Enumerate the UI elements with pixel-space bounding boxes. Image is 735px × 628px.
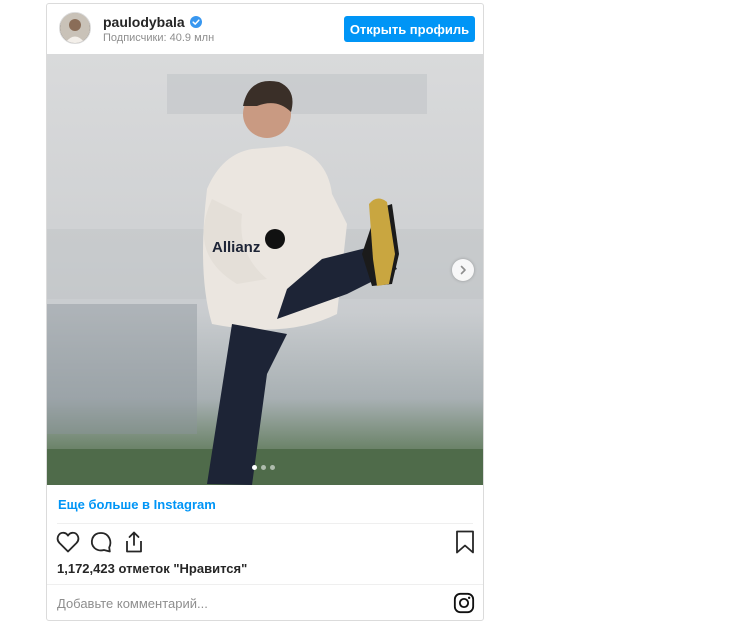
followers-count: Подписчики: 40.9 млн bbox=[103, 32, 215, 44]
carousel-dot-active bbox=[252, 465, 257, 470]
instagram-embed-card: paulodybala Подписчики: 40.9 млн Открыть… bbox=[46, 3, 484, 621]
username-row: paulodybala bbox=[103, 13, 202, 31]
share-icon bbox=[126, 531, 142, 553]
comment-placeholder[interactable]: Добавьте комментарий... bbox=[57, 596, 208, 611]
heart-icon bbox=[56, 531, 80, 553]
carousel-next-button[interactable] bbox=[452, 259, 474, 281]
bookmark-icon bbox=[456, 530, 474, 554]
verified-badge-icon bbox=[189, 16, 202, 28]
avatar[interactable] bbox=[59, 12, 91, 44]
instagram-icon[interactable] bbox=[453, 592, 475, 614]
comment-icon bbox=[90, 532, 112, 553]
divider bbox=[47, 584, 483, 585]
post-photo-illustration: Allianz bbox=[47, 74, 483, 485]
more-on-instagram-link[interactable]: Еще больше в Instagram bbox=[58, 497, 216, 512]
carousel-dot bbox=[270, 465, 275, 470]
comment-button[interactable] bbox=[88, 529, 114, 555]
save-button[interactable] bbox=[452, 529, 478, 555]
post-image[interactable]: Allianz bbox=[47, 54, 483, 485]
avatar-image bbox=[60, 13, 90, 43]
action-bar bbox=[47, 529, 483, 559]
divider bbox=[57, 523, 473, 524]
share-button[interactable] bbox=[121, 529, 147, 555]
like-button[interactable] bbox=[55, 529, 81, 555]
open-profile-button[interactable]: Открыть профиль bbox=[344, 16, 475, 42]
post-header: paulodybala Подписчики: 40.9 млн Открыть… bbox=[47, 4, 483, 54]
likes-count[interactable]: 1,172,423 отметок "Нравится" bbox=[57, 561, 247, 576]
chevron-right-icon bbox=[460, 265, 466, 275]
carousel-indicator bbox=[252, 465, 275, 470]
username[interactable]: paulodybala bbox=[103, 14, 185, 30]
jersey-sponsor-text: Allianz bbox=[212, 239, 260, 256]
carousel-dot bbox=[261, 465, 266, 470]
